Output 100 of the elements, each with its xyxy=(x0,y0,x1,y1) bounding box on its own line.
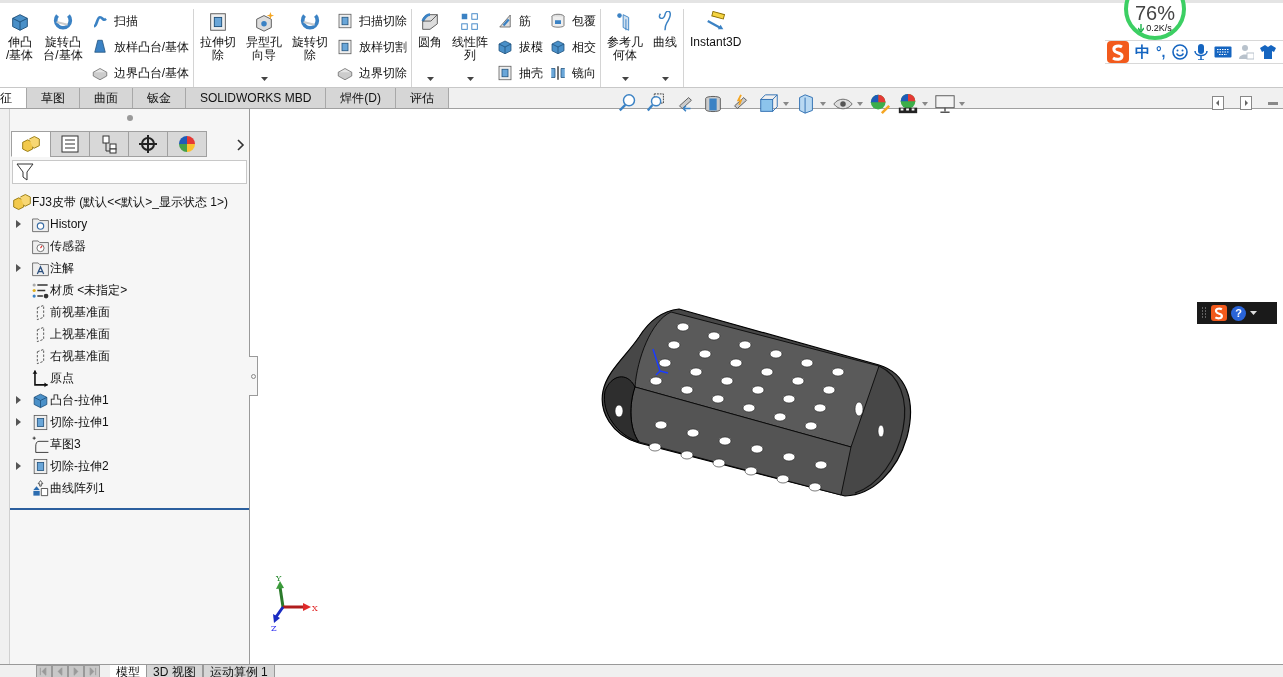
frame-icon xyxy=(336,12,355,30)
grip-icon[interactable] xyxy=(1201,307,1207,319)
expand-arrow-icon[interactable] xyxy=(16,462,21,470)
command-tab[interactable]: 焊件(D) xyxy=(325,88,396,108)
microphone-icon[interactable] xyxy=(1193,44,1208,60)
command-tab[interactable]: 草图 xyxy=(26,88,79,108)
tree-item[interactable]: 曲线阵列1 xyxy=(10,477,249,499)
box-with-star-icon xyxy=(253,11,276,33)
cube-icon xyxy=(496,38,515,56)
monitor-icon[interactable] xyxy=(934,93,956,115)
axes-icon xyxy=(31,368,50,388)
ribbon-button[interactable]: 线性阵 列 xyxy=(450,9,491,87)
command-tab[interactable]: 钣金 xyxy=(132,88,185,108)
tree-item[interactable]: 注解 xyxy=(10,257,249,279)
punctuation-mode[interactable]: °, xyxy=(1156,41,1166,63)
keyboard-icon[interactable] xyxy=(1213,46,1232,58)
minimize-icon[interactable] xyxy=(1268,101,1278,105)
ribbon-button[interactable]: 边界切除 xyxy=(336,63,408,83)
sketch-icon xyxy=(31,434,50,454)
panel-splitter[interactable] xyxy=(249,356,258,396)
cube-view-icon[interactable] xyxy=(758,93,780,115)
tree-item[interactable]: 材质 <未指定> xyxy=(10,279,249,301)
section-view-icon[interactable] xyxy=(702,93,724,115)
panel-right-icon[interactable] xyxy=(1240,96,1252,110)
ribbon-button[interactable]: 抽壳 xyxy=(496,63,544,83)
expand-arrow-icon[interactable] xyxy=(16,396,21,404)
bottom-tab[interactable]: 运动算例 1 xyxy=(202,665,275,677)
download-arrow-icon xyxy=(1138,24,1145,32)
frame-icon xyxy=(31,412,50,432)
tree-item[interactable]: 原点 xyxy=(10,367,249,389)
ribbon-button[interactable]: 边界凸台/基体 xyxy=(90,63,190,83)
expand-arrow-icon[interactable] xyxy=(16,264,21,272)
tree-item[interactable]: 凸台-拉伸1 xyxy=(10,389,249,411)
list-icon xyxy=(60,134,80,154)
shapes-icon xyxy=(31,478,50,498)
ribbon-button[interactable]: 拉伸切 除 xyxy=(198,9,239,87)
grip-handle[interactable] xyxy=(126,115,133,121)
tree-item[interactable]: FJ3皮带 (默认<<默认>_显示状态 1>) xyxy=(10,191,249,213)
smiley-icon[interactable] xyxy=(1171,44,1188,60)
cylinder-icon xyxy=(549,12,568,30)
configuration-icon xyxy=(99,134,119,154)
expand-arrow-icon[interactable] xyxy=(16,220,21,228)
ribbon-button[interactable]: 拔模 xyxy=(496,37,544,57)
tree-item[interactable]: 传感器 xyxy=(10,235,249,257)
cube-icon xyxy=(31,390,50,410)
panel-tab[interactable] xyxy=(89,131,129,157)
ribbon-button[interactable]: 参考几 何体 xyxy=(605,9,646,87)
tree-item[interactable]: 切除-拉伸1 xyxy=(10,411,249,433)
ribbon-button[interactable]: 旋转切 除 xyxy=(290,9,331,87)
part-icon xyxy=(12,192,32,212)
chevron-right-icon[interactable] xyxy=(237,139,245,151)
tree-item[interactable]: 切除-拉伸2 xyxy=(10,455,249,477)
tree-item[interactable]: 前视基准面 xyxy=(10,301,249,323)
funnel-icon xyxy=(16,162,34,182)
ribbon-button[interactable]: 包覆 xyxy=(549,11,597,31)
color-ball-icon xyxy=(177,134,197,154)
material-list-icon xyxy=(31,280,50,300)
ribbon-button[interactable]: 放样切割 xyxy=(336,37,408,57)
ribbon-button[interactable]: 镜向 xyxy=(549,63,597,83)
tree-item[interactable]: 上视基准面 xyxy=(10,323,249,345)
bottom-tab[interactable]: 模型 xyxy=(110,665,146,677)
command-tab[interactable]: 评估 xyxy=(395,88,450,108)
panel-tab[interactable] xyxy=(128,131,168,157)
ribbon-button[interactable]: 筋 xyxy=(496,11,544,31)
bottom-tab[interactable]: 3D 视图 xyxy=(146,665,203,677)
caret-icon[interactable] xyxy=(1250,311,1257,315)
mirror-icon xyxy=(549,64,568,82)
tree-item[interactable]: 草图3 xyxy=(10,433,249,455)
ribbon-button[interactable]: 异型孔 向导 xyxy=(244,9,285,87)
help-button[interactable]: ? xyxy=(1231,305,1246,321)
ribbon-button[interactable]: 圆角 xyxy=(416,9,445,87)
part-icon xyxy=(21,134,41,154)
input-mode[interactable]: 中 xyxy=(1135,40,1150,64)
logo-icon xyxy=(1211,305,1227,321)
panel-left-icon[interactable] xyxy=(1212,96,1224,110)
ribbon-button[interactable]: 放样凸台/基体 xyxy=(90,37,190,57)
scene-ball-icon[interactable] xyxy=(897,93,919,115)
frame-icon xyxy=(496,64,515,82)
ribbon-button[interactable]: 扫描切除 xyxy=(336,11,408,31)
expand-arrow-icon[interactable] xyxy=(16,418,21,426)
color-ball-pencil-icon[interactable] xyxy=(869,93,891,115)
crosshair-icon xyxy=(138,134,158,154)
command-tab[interactable]: 曲面 xyxy=(79,88,132,108)
frame-icon xyxy=(336,38,355,56)
command-tab[interactable]: 征 xyxy=(0,88,26,108)
ribbon-button[interactable]: Instant3D xyxy=(688,9,744,87)
shirt-icon[interactable] xyxy=(1259,45,1276,59)
ribbon-button[interactable]: 伸凸 /基体 xyxy=(4,9,36,87)
cube-icon xyxy=(549,38,568,56)
frame-icon xyxy=(31,456,50,476)
ribbon-button[interactable]: 相交 xyxy=(549,37,597,57)
network-speed: 0.2K/s xyxy=(1146,23,1172,33)
ribbon-button[interactable]: 扫描 xyxy=(90,11,190,31)
filter-field[interactable] xyxy=(12,160,247,184)
ribbon-button[interactable]: 旋转凸 台/基体 xyxy=(41,9,85,87)
tree-item[interactable]: 右视基准面 xyxy=(10,345,249,367)
usage-percent: 76% xyxy=(1135,3,1175,23)
command-tab[interactable]: SOLIDWORKS MBD xyxy=(185,88,326,108)
ribbon-button[interactable]: 曲线 xyxy=(651,9,680,87)
tree-item[interactable]: History xyxy=(10,213,249,235)
